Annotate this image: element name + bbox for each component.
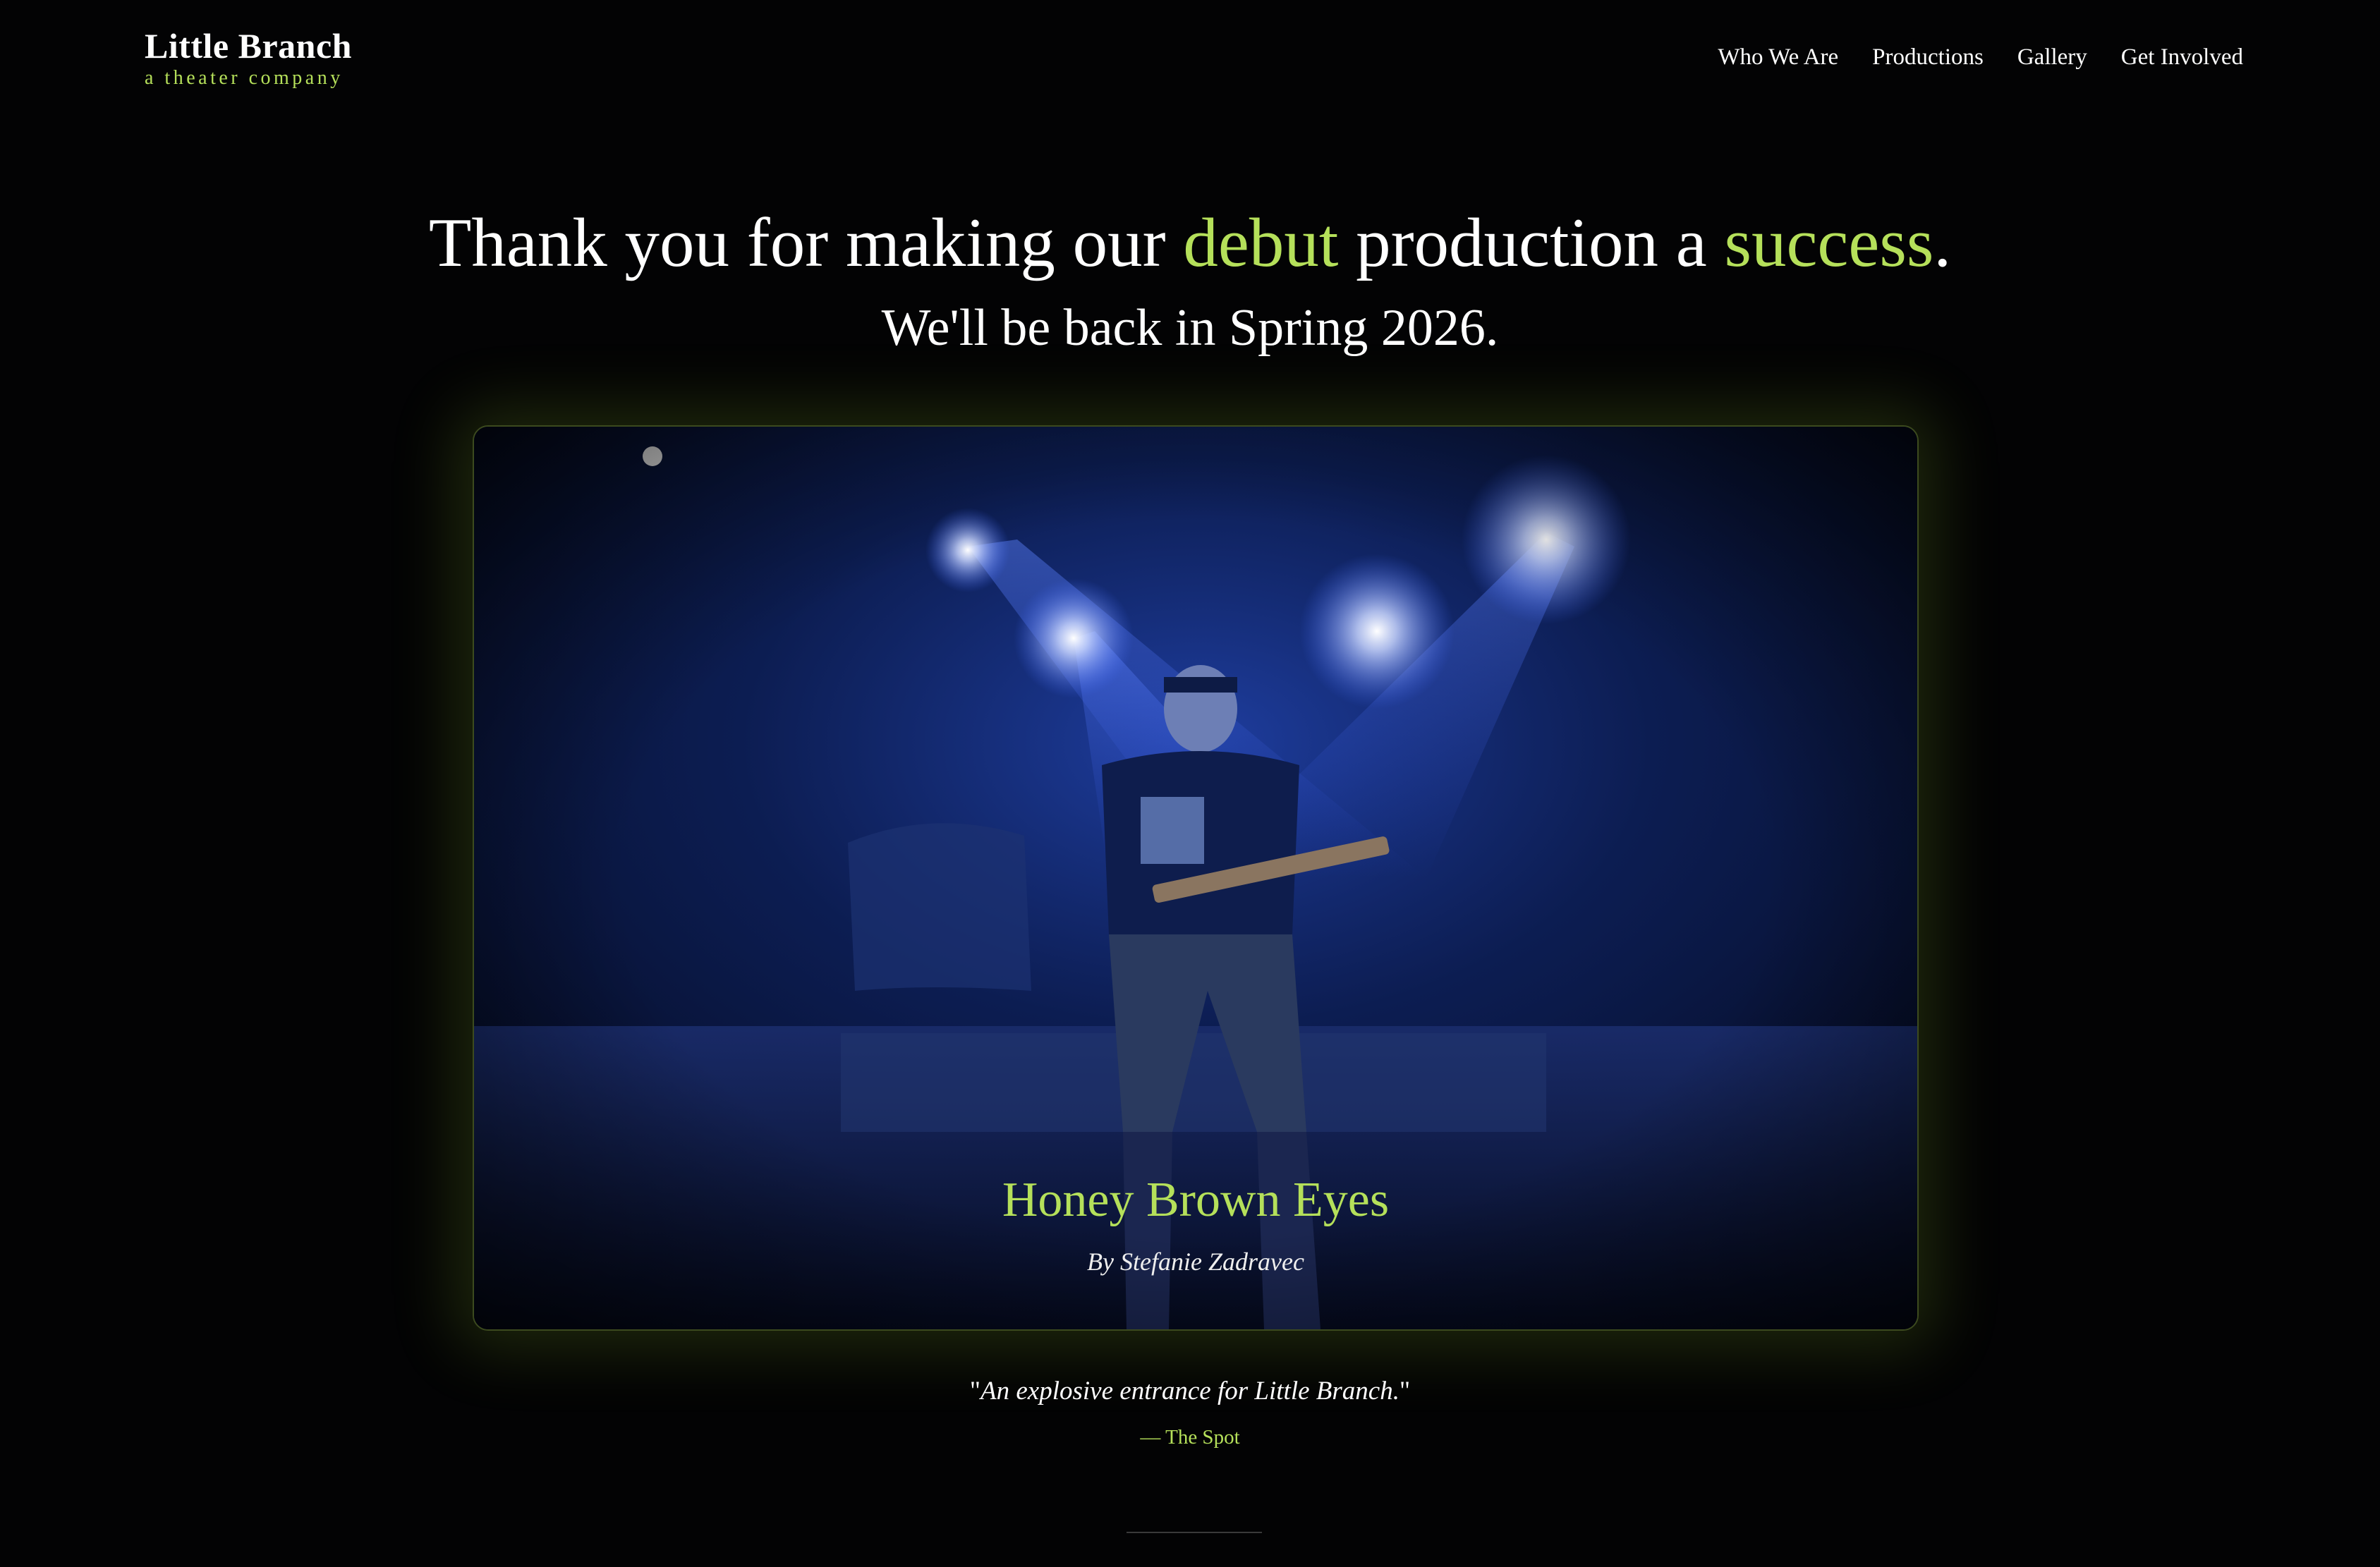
nav-gallery[interactable]: Gallery: [2017, 41, 2087, 73]
headline-text-1: Thank you for making our: [428, 205, 1184, 281]
brand-title: Little Branch: [145, 26, 352, 66]
headline-accent-success: success: [1724, 205, 1934, 281]
nav-who-we-are[interactable]: Who We Are: [1718, 41, 1838, 73]
section-divider: [1127, 1532, 1262, 1533]
production-author: By Stefanie Zadravec: [1087, 1248, 1304, 1276]
review-quote: "An explosive entrance for Little Branch…: [0, 1374, 2380, 1409]
brand-subtitle: a theater company: [145, 67, 344, 89]
brand-logo[interactable]: Little Branch a theater company: [145, 24, 352, 89]
headline-text-3: .: [1933, 205, 1952, 281]
nav-get-involved[interactable]: Get Involved: [2121, 41, 2243, 73]
production-title: Honey Brown Eyes: [1002, 1173, 1390, 1227]
headline-accent-debut: debut: [1183, 205, 1339, 281]
review-source: — The Spot: [1140, 1426, 1240, 1449]
hero-headline: Thank you for making our debut productio…: [0, 197, 2380, 289]
main-nav: Who We Are Productions Gallery Get Invol…: [1718, 41, 2243, 73]
quote-close-mark: ": [1399, 1377, 1411, 1406]
quote-text: An explosive entrance for Little Branch.: [980, 1377, 1400, 1406]
nav-productions[interactable]: Productions: [1872, 41, 1984, 73]
hero-subheadline: We'll be back in Spring 2026.: [881, 299, 1499, 357]
production-card[interactable]: Honey Brown Eyes By Stefanie Zadravec: [473, 425, 1919, 1331]
quote-open-mark: ": [969, 1377, 981, 1406]
headline-text-2: production a: [1338, 205, 1725, 281]
